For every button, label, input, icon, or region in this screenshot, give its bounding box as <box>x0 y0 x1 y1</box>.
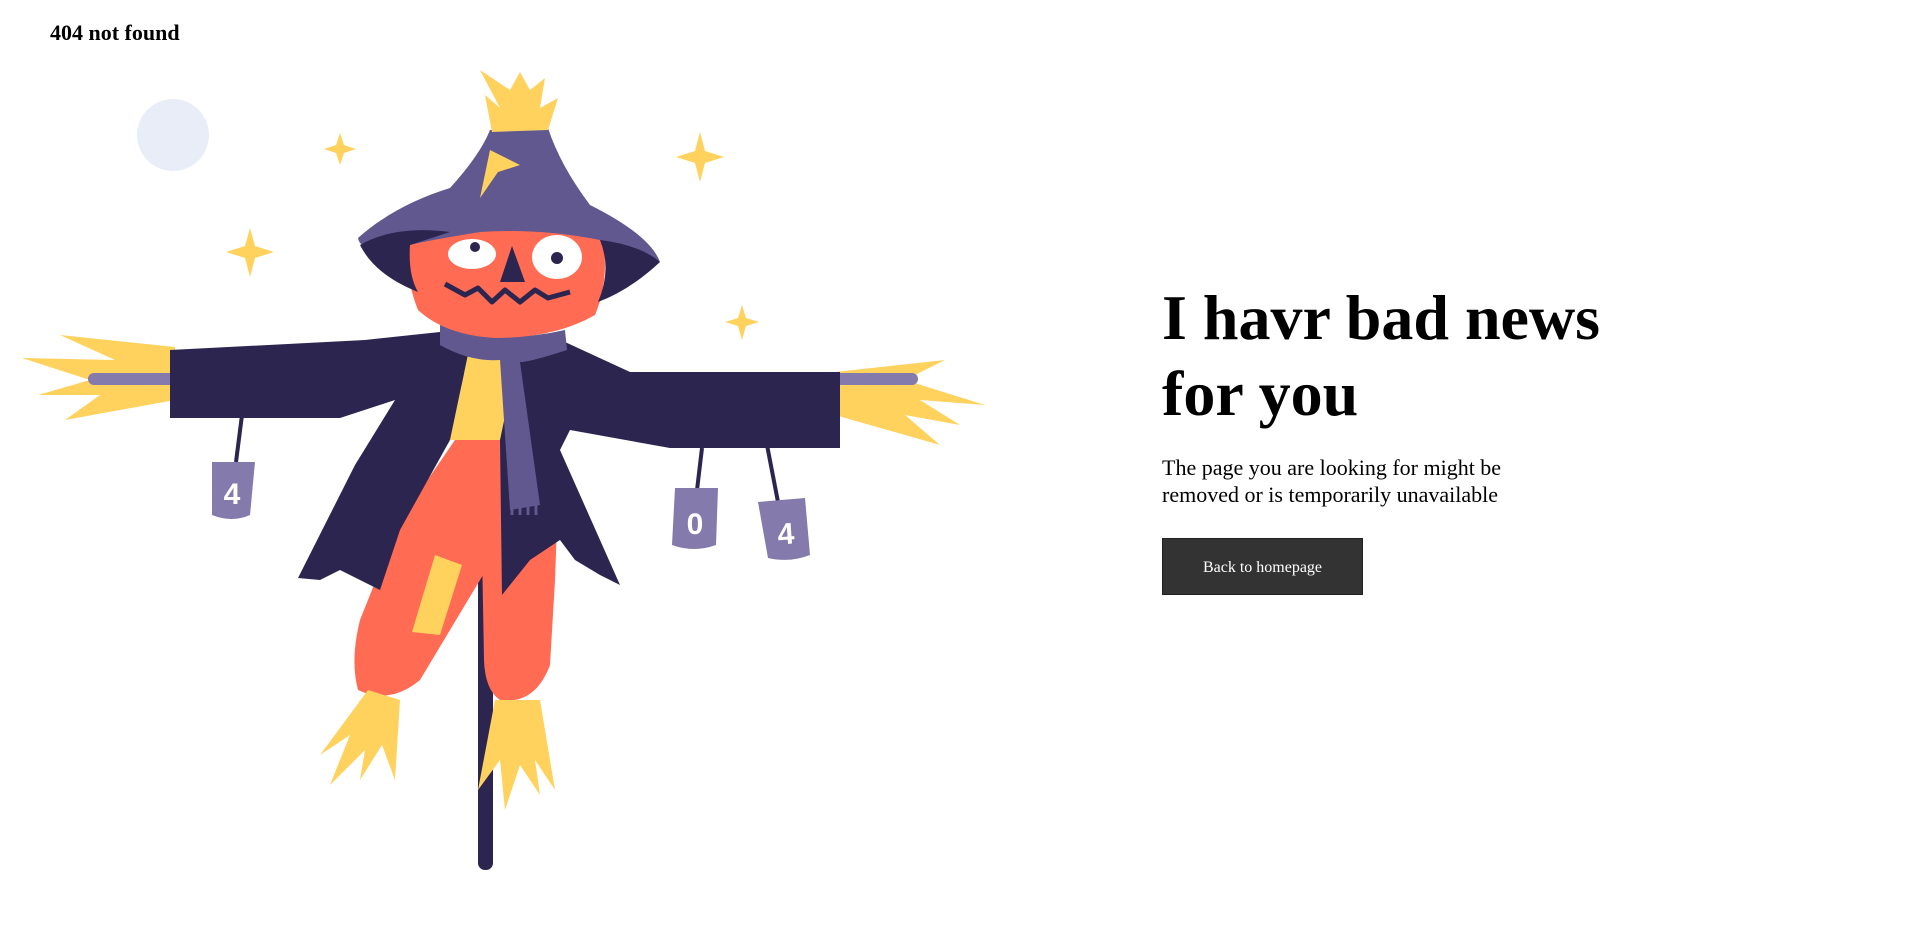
left-foot-straw <box>320 690 400 785</box>
error-headline: I havr bad news for you <box>1162 282 1601 429</box>
sparkle-icon <box>676 132 724 182</box>
error-message: The page you are looking for might be re… <box>1162 455 1502 507</box>
moon-shape <box>137 99 209 171</box>
sparkle-icon <box>226 228 274 277</box>
can-left: 4 <box>212 462 255 519</box>
can-right: 4 <box>758 498 810 560</box>
right-straw <box>835 360 985 445</box>
sparkle-icon <box>324 133 356 165</box>
scarecrow-illustration: 4 0 4 <box>22 70 985 870</box>
can-middle-label: 0 <box>687 508 704 541</box>
can-left-label: 4 <box>224 478 241 511</box>
right-pupil <box>551 252 563 264</box>
not-found-page: 404 not found 4 0 4 I havr bad news for … <box>0 0 1920 949</box>
can-middle: 0 <box>672 488 718 549</box>
hat-straw <box>480 70 558 132</box>
back-to-homepage-button[interactable]: Back to homepage <box>1162 538 1363 595</box>
left-pupil <box>470 242 480 252</box>
can-right-label: 4 <box>776 517 795 551</box>
sparkle-icon <box>725 305 759 340</box>
error-content: I havr bad news for you The page you are… <box>1162 280 1682 595</box>
